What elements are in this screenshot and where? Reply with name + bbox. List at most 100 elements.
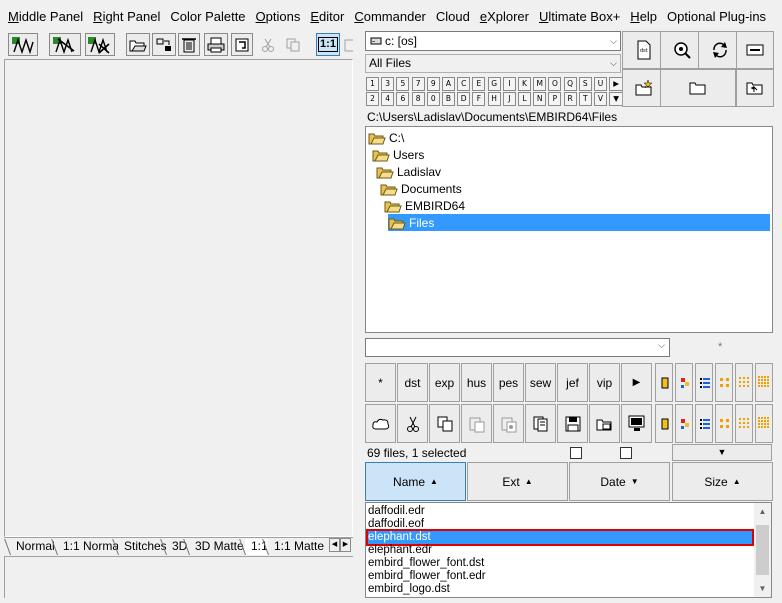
display-option-2-2[interactable] [675,404,693,443]
file-list[interactable]: daffodil.edr daffodil.eof elephant.dst elep… [365,502,772,598]
cloud-button[interactable] [365,404,396,443]
menu-color-palette[interactable]: Color Palette [165,9,250,24]
letter-filter-f[interactable]: F [472,92,486,106]
letter-filter-1[interactable]: 1 [366,77,379,91]
print-button[interactable] [204,33,228,56]
tab-scroll-right-icon[interactable]: ▶ [340,538,351,552]
name-search-combo[interactable]: ⌵ [365,338,670,357]
file-row[interactable]: elephant.dst [366,529,754,546]
letter-filter-c[interactable]: C [457,77,471,91]
letter-filter-5[interactable]: 5 [396,77,410,91]
folder-tree[interactable]: C:\ Users Ladislav Documents EMBIRD64 Files [365,126,773,333]
letter-filter-0[interactable]: 0 [426,92,440,106]
letter-filter-e[interactable]: E [472,77,486,91]
letter-filter-j[interactable]: J [502,92,516,106]
letter-filter-g[interactable]: G [487,77,501,91]
scroll-down-icon[interactable]: ▼ [754,580,771,597]
display-option-1-6[interactable] [755,363,773,402]
letter-filter-r[interactable]: R [563,92,577,106]
menu-options[interactable]: Options [251,9,306,24]
display-option-2-4[interactable] [715,404,733,443]
stitch-view-button[interactable] [8,33,38,56]
letter-filter-2[interactable]: 2 [366,92,379,106]
cut-button[interactable] [259,33,277,56]
preview-button[interactable] [231,33,253,56]
scroll-thumb[interactable] [756,525,769,575]
mask-button-sew[interactable]: sew [525,363,556,402]
menu-cloud[interactable]: Cloud [431,9,475,24]
tab-normal[interactable]: Normal [4,539,57,555]
more-toolbar-button[interactable] [343,33,353,56]
scale-1-1-button[interactable]: 1:1 [316,33,340,56]
design-canvas[interactable] [4,59,353,537]
file-type-filter[interactable]: All Files ⌵ [365,54,621,73]
menu-middle-panel[interactable]: Middle Panel [3,9,88,24]
tree-node-files[interactable]: Files [388,214,770,231]
letter-filter-4[interactable]: 4 [381,92,395,106]
letter-filter-p[interactable]: P [548,92,562,106]
mask-button-dst[interactable]: dst [397,363,428,402]
mask-button-all[interactable]: * [365,363,396,402]
file-row[interactable]: embird_flower_font.dst [368,557,752,570]
tree-node-c-[interactable]: C:\ [368,129,404,146]
display-option-1-5[interactable] [735,363,753,402]
letter-filter-l[interactable]: L [518,92,531,106]
display-option-1-4[interactable] [715,363,733,402]
file-row[interactable]: daffodil.edr [368,505,752,518]
cut-file-button[interactable] [397,404,428,443]
letter-filter-q[interactable]: Q [563,77,577,91]
letter-filter-a[interactable]: A [442,77,455,91]
sort-by-size-button[interactable]: Size ▲ [672,462,773,501]
menu-editor[interactable]: Editor [305,9,349,24]
letter-filter-6[interactable]: 6 [396,92,410,106]
option-checkbox-1[interactable] [570,447,582,459]
duplicate-button[interactable] [525,404,556,443]
letter-filter-k[interactable]: K [518,77,531,91]
display-option-2-3[interactable] [695,404,713,443]
delete-button[interactable] [178,33,200,56]
sort-by-ext-button[interactable]: Ext ▲ [467,462,568,501]
letter-filter-n[interactable]: N [533,92,547,106]
scroll-up-icon[interactable]: ▲ [754,503,771,520]
letter-filter-s[interactable]: S [578,77,592,91]
letter-filter-m[interactable]: M [533,77,547,91]
next-masks-button[interactable]: ▶ [621,363,652,402]
display-option-1-2[interactable] [675,363,693,402]
tree-node-embird64[interactable]: EMBIRD64 [384,197,465,214]
file-row[interactable]: embird_flower_font.edr [368,570,752,583]
menu-optional-plug-ins[interactable]: Optional Plug-ins [662,9,771,24]
parent-folder-button[interactable] [736,69,774,107]
menu-ultimate-box-[interactable]: Ultimate Box+ [534,9,625,24]
file-row[interactable]: elephant.edr [368,544,752,557]
save-as-button[interactable] [589,404,620,443]
letter-filter-v[interactable]: V [594,92,607,106]
mask-button-exp[interactable]: exp [429,363,460,402]
display-option-2-5[interactable] [735,404,753,443]
view-mode-combo[interactable]: ▼ [672,444,772,461]
letter-filter-3[interactable]: 3 [381,77,395,91]
tree-node-ladislav[interactable]: Ladislav [376,163,441,180]
sort-by-date-button[interactable]: Date ▼ [569,462,670,501]
tree-node-documents[interactable]: Documents [380,180,462,197]
copy-file-button[interactable] [429,404,460,443]
file-row[interactable]: daffodil.eof [368,518,752,531]
menu-right-panel[interactable]: Right Panel [88,9,165,24]
tree-node-users[interactable]: Users [372,146,424,163]
stitch-edit-button[interactable] [49,33,81,56]
mask-button-jef[interactable]: jef [557,363,588,402]
menu-help[interactable]: Help [625,9,662,24]
save-button[interactable] [557,404,588,443]
open-button[interactable] [126,33,150,56]
tab-1-1-matte[interactable]: 1:1 Matte [262,539,327,555]
letter-filter-t[interactable]: T [578,92,592,106]
paste-file-button[interactable] [461,404,492,443]
folder-button[interactable] [660,69,736,107]
letter-filter-7[interactable]: 7 [411,77,425,91]
letter-filter-u[interactable]: U [594,77,607,91]
display-option-2-6[interactable] [755,404,773,443]
mask-button-hus[interactable]: hus [461,363,492,402]
display-option-2-1[interactable] [655,404,673,443]
move-button[interactable] [152,33,176,56]
drive-combo[interactable]: c: [os] ⌵ [365,31,621,51]
menu-commander[interactable]: Commander [349,9,431,24]
